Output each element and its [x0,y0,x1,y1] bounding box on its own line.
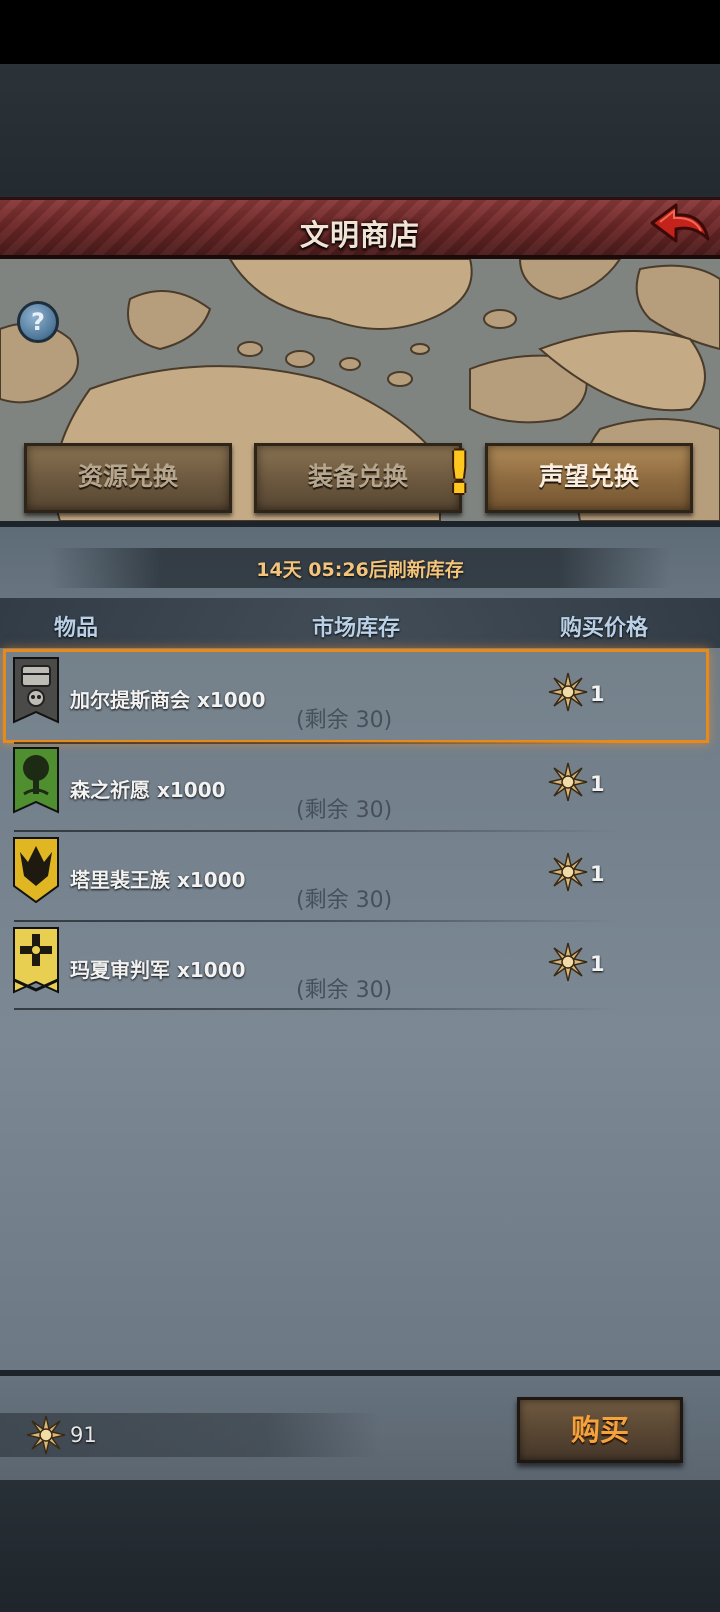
column-stock: 市场库存 [312,616,401,641]
reputation-star-icon [548,942,588,982]
top-background [0,64,720,198]
item-stock: (剩余 30) [296,978,393,1003]
back-arrow-icon[interactable] [646,199,712,253]
refresh-timer: 14天 05:26后刷新库存 [256,559,464,581]
help-button[interactable]: ? [17,301,59,343]
item-name: 塔里裴王族 x1000 [70,868,246,892]
tab-label: 声望兑换 [538,462,639,491]
table-row[interactable]: 玛夏审判军 x1000 (剩余 30) 1 [6,922,706,1010]
table-row[interactable]: 加尔提斯商会 x1000 (剩余 30) 1 [6,652,706,740]
item-stock: (剩余 30) [296,708,393,733]
tree-icon [13,747,59,814]
item-price: 1 [590,952,605,976]
reputation-star-icon [548,852,588,892]
title-bar: 文明商店 [0,197,720,259]
eagle-crest-icon [13,837,59,904]
item-name: 加尔提斯商会 x1000 [70,688,266,712]
bottom-background [0,1480,720,1612]
item-name: 玛夏审判军 x1000 [70,958,246,982]
tab-label: 资源兑换 [77,462,178,491]
item-name: 森之祈愿 x1000 [70,778,226,802]
page-title: 文明商店 [299,218,420,252]
column-price: 购买价格 [560,616,649,641]
item-stock: (剩余 30) [296,798,393,823]
alert-exclamation-icon: ! [446,439,473,507]
currency-balance: 91 [70,1423,97,1447]
table-row[interactable]: 塔里裴王族 x1000 (剩余 30) 1 [6,832,706,920]
tab-reputation-exchange[interactable]: 声望兑换 [485,443,693,513]
status-bar [0,0,720,64]
cross-shield-icon [13,927,59,994]
question-icon: ? [31,308,45,336]
item-price: 1 [590,772,605,796]
reputation-star-icon [548,762,588,802]
row-divider [14,1008,620,1010]
table-row[interactable]: 森之祈愿 x1000 (剩余 30) 1 [6,742,706,830]
tab-resource-exchange[interactable]: 资源兑换 [24,443,232,513]
column-item: 物品 [54,616,99,641]
buy-label: 购买 [570,1413,629,1447]
item-stock: (剩余 30) [296,888,393,913]
reputation-star-icon [26,1415,66,1455]
item-price: 1 [590,682,605,706]
tab-equipment-exchange[interactable]: 装备兑换 [254,443,462,513]
chest-skull-icon [13,657,59,724]
buy-button[interactable]: 购买 [517,1397,683,1463]
item-price: 1 [590,862,605,886]
tab-label: 装备兑换 [307,462,408,491]
reputation-star-icon [548,672,588,712]
